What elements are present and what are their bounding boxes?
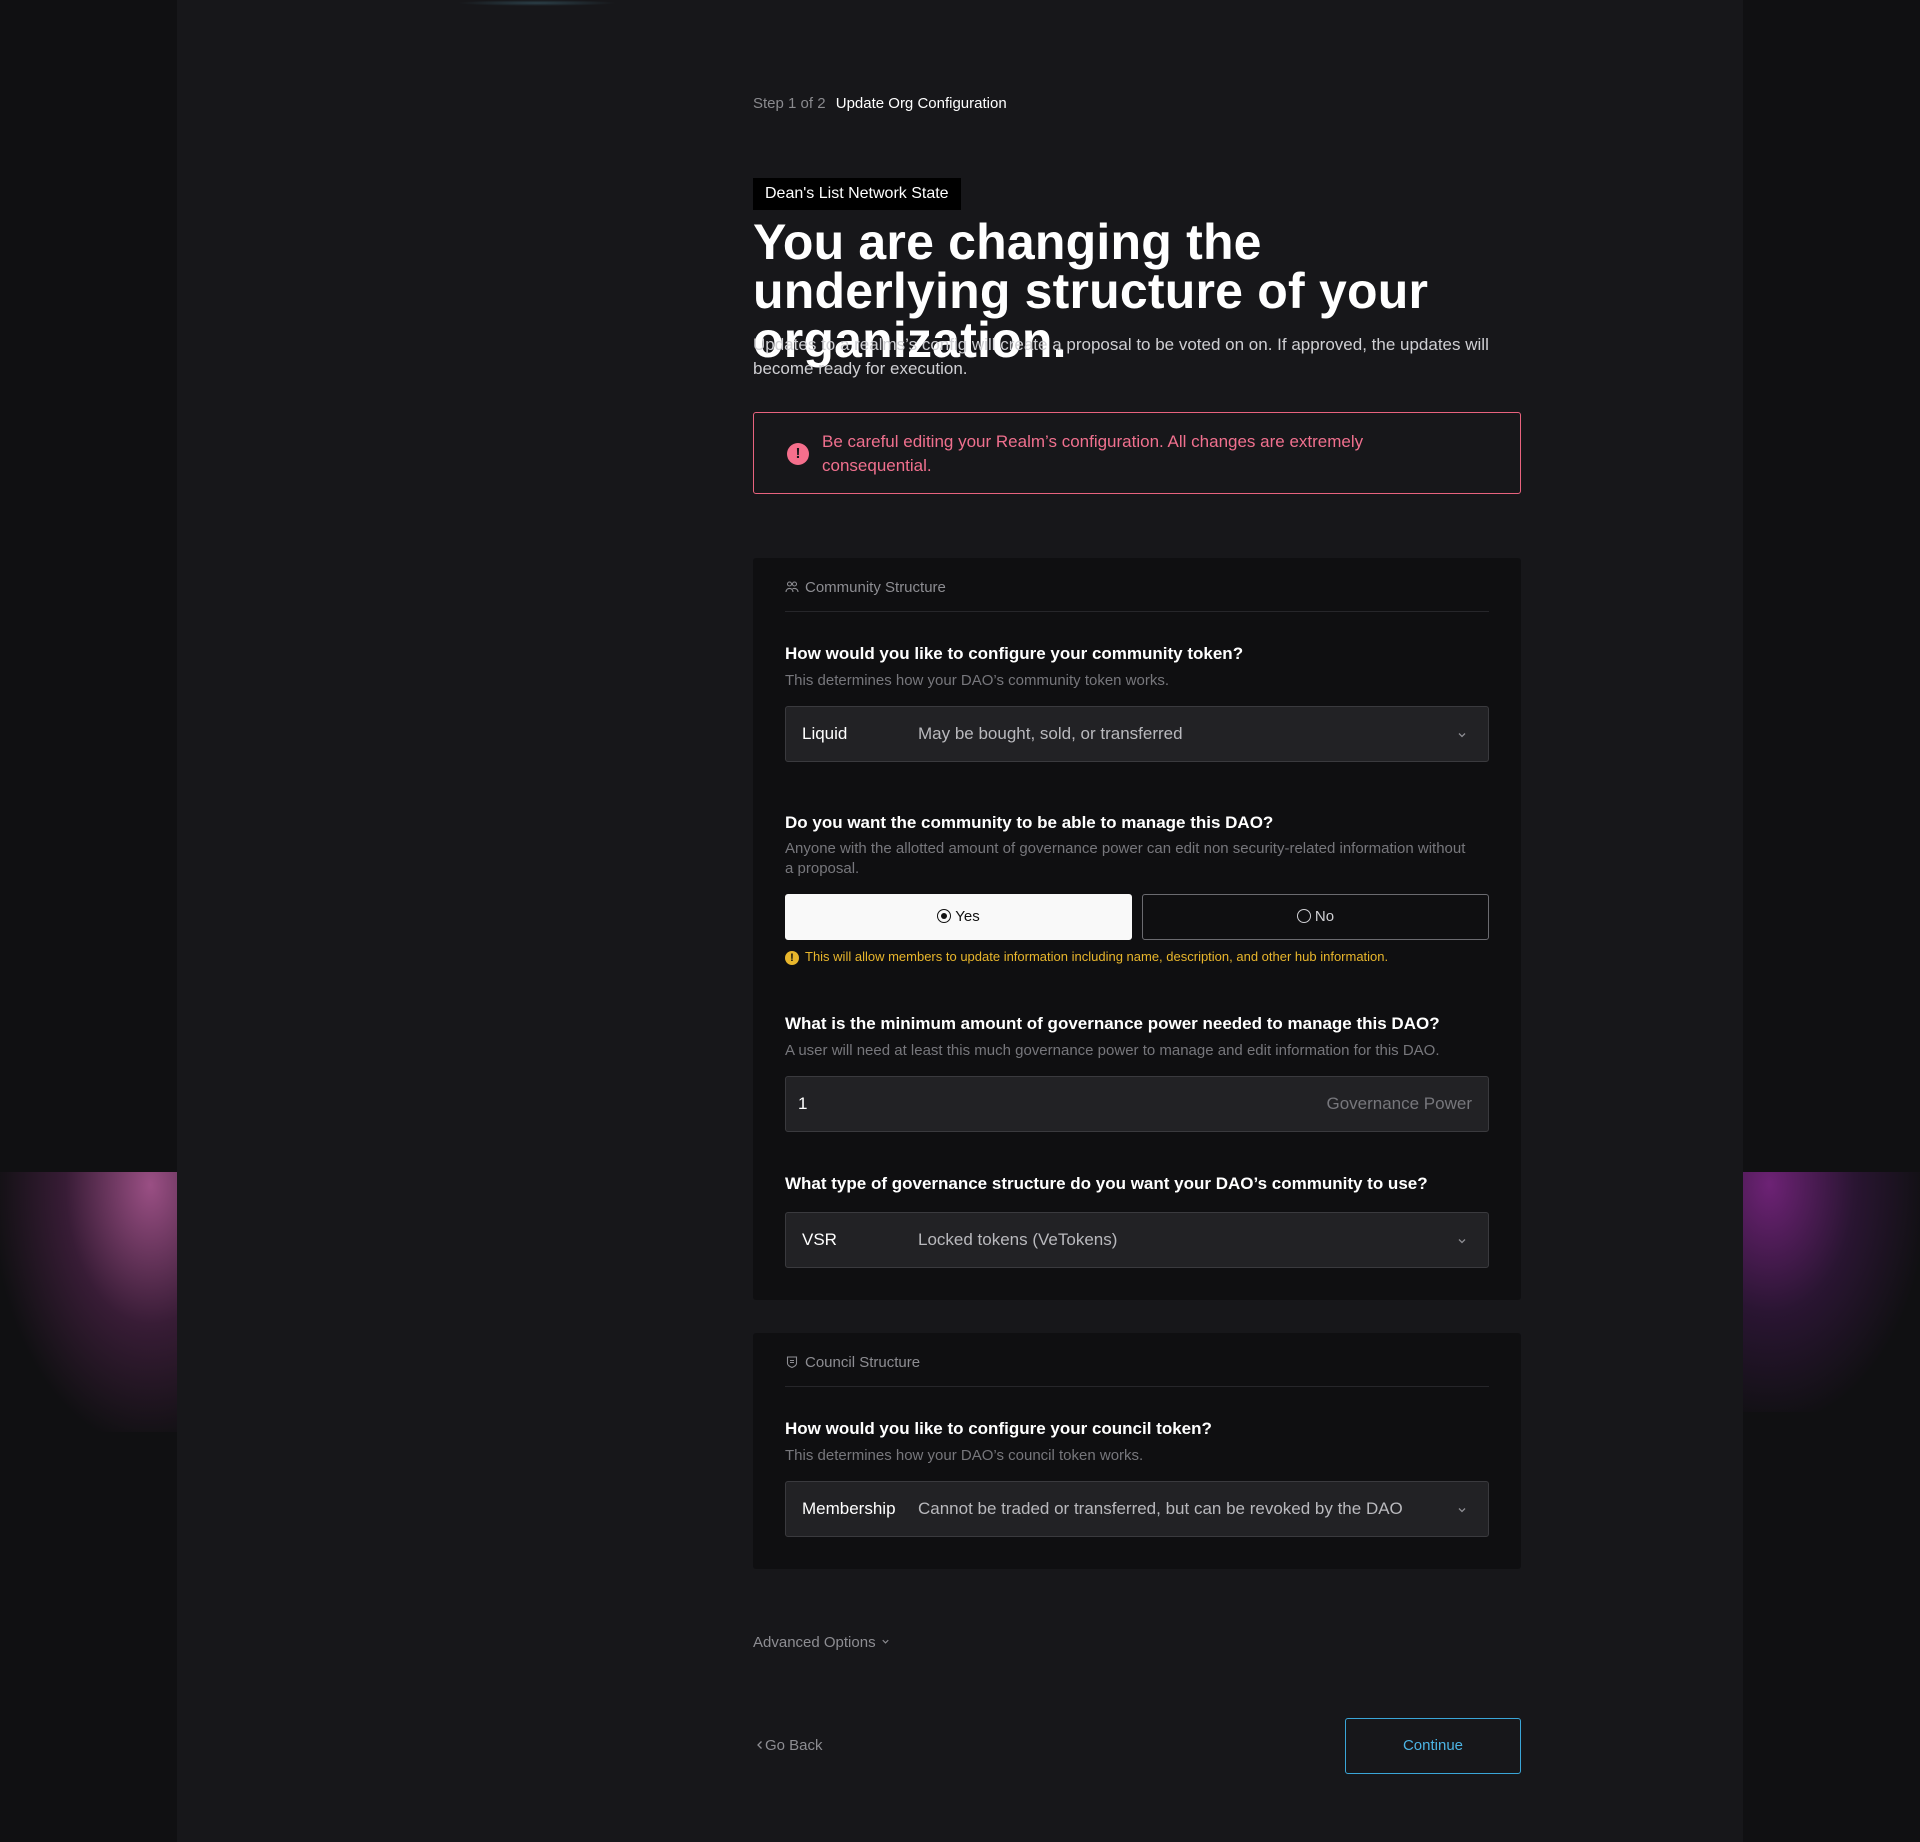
radio-unselected-icon <box>1296 909 1311 923</box>
community-structure-header: Community Structure <box>785 578 1489 612</box>
council-structure-card: Council Structure How would you like to … <box>753 1333 1521 1569</box>
council-token-question: How would you like to configure your cou… <box>785 1419 1212 1438</box>
step-indicator: Step 1 of 2 Update Org Configuration <box>753 95 1007 112</box>
community-token-select[interactable]: Liquid May be bought, sold, or transferr… <box>785 706 1489 762</box>
chevron-down-icon <box>1458 1508 1466 1513</box>
chevron-down-icon <box>1458 1239 1466 1244</box>
governance-structure-question: What type of governance structure do you… <box>785 1174 1428 1193</box>
left-glow-decoration <box>0 1172 177 1432</box>
manage-yes-label: Yes <box>955 908 980 925</box>
min-power-suffix: Governance Power <box>1326 1094 1472 1113</box>
min-power-input[interactable]: 1 Governance Power <box>785 1076 1489 1132</box>
chevron-left-icon <box>757 1741 762 1749</box>
go-back-label: Go Back <box>765 1737 823 1754</box>
manage-hint: ! This will allow members to update infor… <box>785 949 1388 965</box>
manage-hint-text: This will allow members to update inform… <box>805 949 1389 964</box>
org-name-badge: Dean's List Network State <box>753 178 961 210</box>
page-subtitle: Updates to a realms’s config will create… <box>753 335 1489 378</box>
step-progress: Step 1 of 2 <box>753 95 826 112</box>
min-power-description: A user will need at least this much gove… <box>785 1042 1440 1059</box>
danger-alert-text: Be careful editing your Realm’s configur… <box>822 432 1364 475</box>
manage-no-label: No <box>1314 908 1335 925</box>
community-structure-card: Community Structure How would you like t… <box>753 558 1521 1300</box>
council-token-select-description: Cannot be traded or transferred, but can… <box>918 1499 1403 1518</box>
right-gutter <box>1743 0 1920 1842</box>
community-token-select-description: May be bought, sold, or transferred <box>918 724 1183 743</box>
community-token-select-value: Liquid <box>802 724 848 743</box>
community-token-description: This determines how your DAO’s community… <box>785 672 1170 689</box>
min-power-question: What is the minimum amount of governance… <box>785 1014 1440 1033</box>
community-structure-title: Community Structure <box>805 579 946 596</box>
governance-structure-select-value: VSR <box>802 1230 837 1249</box>
community-manage-description: Anyone with the allotted amount of gover… <box>785 840 1466 877</box>
min-power-value: 1 <box>798 1094 808 1113</box>
governance-structure-select-description: Locked tokens (VeTokens) <box>918 1230 1118 1249</box>
council-token-description: This determines how your DAO’s council t… <box>785 1447 1144 1464</box>
council-icon <box>786 1356 798 1369</box>
community-token-question: How would you like to configure your com… <box>785 644 1244 663</box>
alert-icon: ! <box>787 443 809 465</box>
right-glow-decoration <box>1743 1172 1920 1412</box>
top-glow-decoration <box>457 0 617 6</box>
chevron-down-icon <box>882 1639 889 1644</box>
advanced-options-toggle[interactable]: Advanced Options <box>753 1634 891 1651</box>
left-gutter <box>0 0 177 1842</box>
main-panel: Step 1 of 2 Update Org Configuration Dea… <box>177 0 1743 1842</box>
council-structure-title: Council Structure <box>805 1354 921 1371</box>
council-token-select[interactable]: Membership Cannot be traded or transferr… <box>785 1481 1489 1537</box>
governance-structure-select[interactable]: VSR Locked tokens (VeTokens) <box>785 1212 1489 1268</box>
danger-alert: ! Be careful editing your Realm’s config… <box>753 412 1521 494</box>
community-manage-question: Do you want the community to be able to … <box>785 813 1274 832</box>
community-icon <box>785 581 799 593</box>
step-title: Update Org Configuration <box>835 95 1007 112</box>
continue-button[interactable]: Continue <box>1345 1718 1521 1774</box>
radio-selected-icon <box>937 909 952 923</box>
chevron-down-icon <box>1458 733 1466 738</box>
advanced-options-label: Advanced Options <box>753 1634 876 1651</box>
go-back-button[interactable]: Go Back <box>755 1737 823 1754</box>
manage-yes-option[interactable]: Yes <box>785 894 1132 940</box>
council-structure-header: Council Structure <box>785 1353 1489 1387</box>
manage-no-option[interactable]: No <box>1142 894 1489 940</box>
warning-icon: ! <box>785 951 799 965</box>
council-token-select-value: Membership <box>802 1499 896 1518</box>
